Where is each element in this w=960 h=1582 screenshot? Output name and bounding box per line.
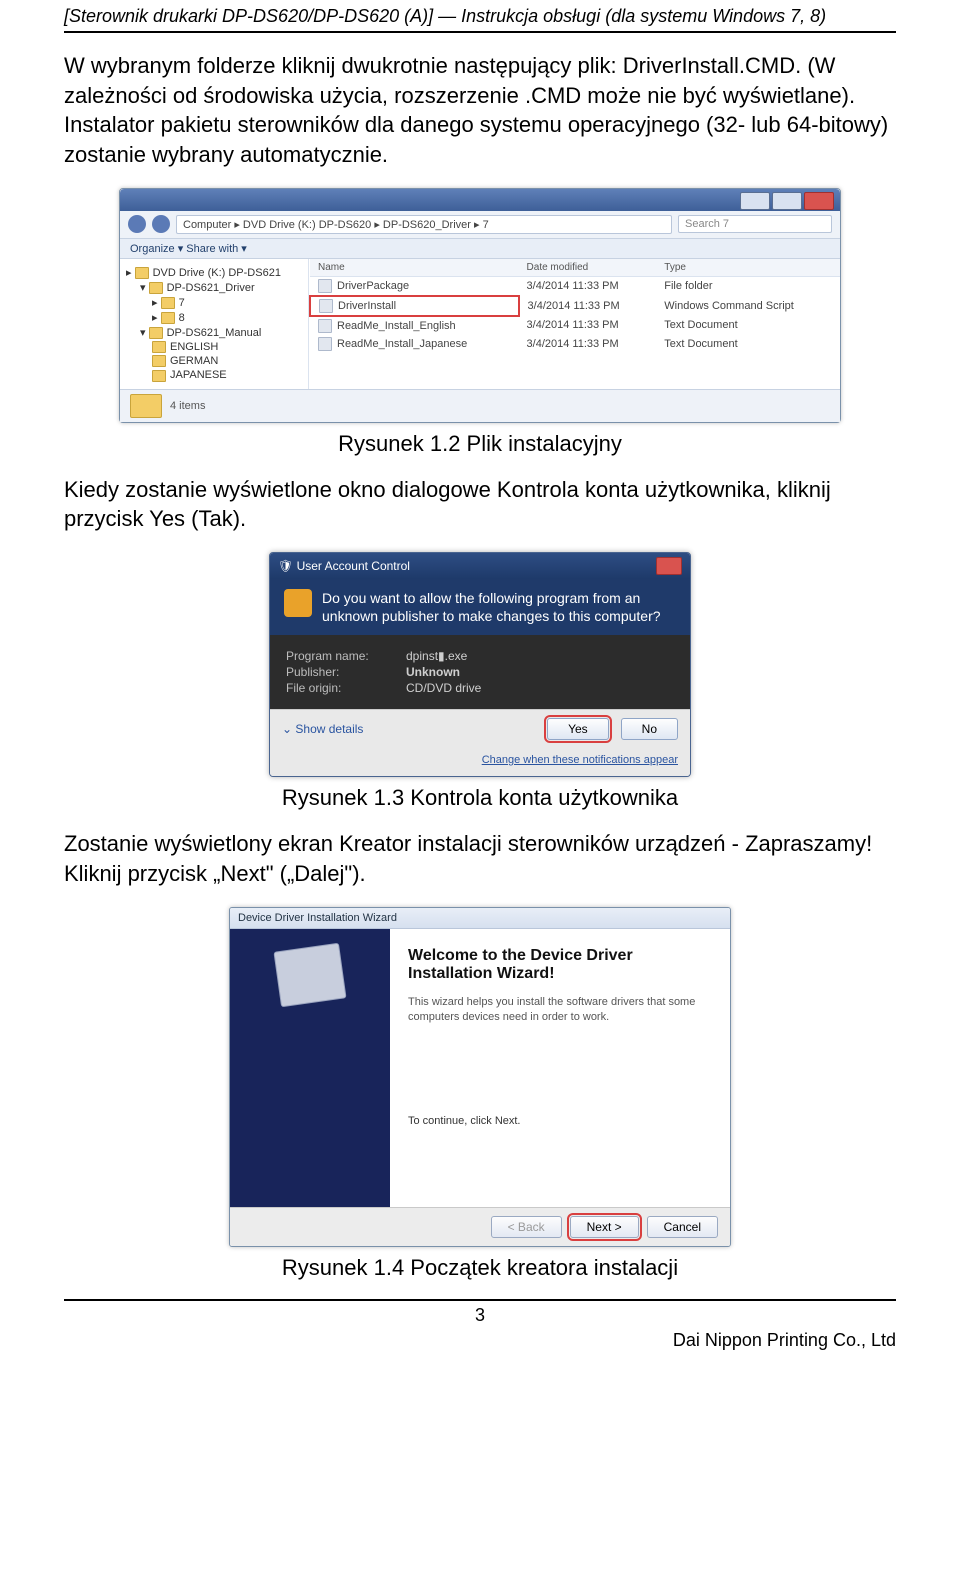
tree-node[interactable]: ▸ DVD Drive (K:) DP-DS621 <box>124 265 304 280</box>
uac-dialog: 🛡 User Account Control Do you want to al… <box>269 552 691 777</box>
page-number: 3 <box>475 1305 485 1326</box>
device-icon <box>273 942 346 1007</box>
uac-question: Do you want to allow the following progr… <box>322 589 676 625</box>
col-type[interactable]: Type <box>656 259 840 277</box>
explorer-toolbar[interactable]: Organize ▾ Share with ▾ <box>120 239 840 259</box>
figure-caption-1: Rysunek 1.2 Plik instalacyjny <box>64 431 896 457</box>
minimize-button[interactable] <box>740 192 770 210</box>
col-name[interactable]: Name <box>310 259 519 277</box>
paragraph-1: W wybranym folderze kliknij dwukrotnie n… <box>64 51 896 170</box>
page-footer: 3 Dai Nippon Printing Co., Ltd <box>64 1299 896 1351</box>
figure-caption-3: Rysunek 1.4 Początek kreatora instalacji <box>64 1255 896 1281</box>
search-input[interactable]: Search 7 <box>678 215 832 233</box>
col-date[interactable]: Date modified <box>519 259 657 277</box>
file-row[interactable]: ReadMe_Install_Japanese 3/4/2014 11:33 P… <box>310 335 840 353</box>
text-file-icon <box>318 337 332 351</box>
explorer-window: Computer ▸ DVD Drive (K:) DP-DS620 ▸ DP-… <box>119 188 841 423</box>
folder-tree[interactable]: ▸ DVD Drive (K:) DP-DS621 ▾ DP-DS621_Dri… <box>120 259 309 389</box>
yes-button[interactable]: Yes <box>547 718 609 740</box>
uac-details: Program name:dpinst▮.exe Publisher:Unkno… <box>270 635 690 709</box>
paragraph-3: Zostanie wyświetlony ekran Kreator insta… <box>64 829 896 888</box>
uac-settings-link[interactable]: Change when these notifications appear <box>482 754 678 766</box>
company-name: Dai Nippon Printing Co., Ltd <box>64 1330 896 1351</box>
tree-node[interactable]: GERMAN <box>124 354 304 368</box>
back-button: < Back <box>491 1216 562 1238</box>
status-bar: 4 items <box>120 389 840 422</box>
show-details-toggle[interactable]: ⌄ Show details <box>282 722 363 736</box>
cmd-file-icon <box>319 299 333 313</box>
maximize-button[interactable] <box>772 192 802 210</box>
file-row[interactable]: DriverPackage 3/4/2014 11:33 PMFile fold… <box>310 276 840 296</box>
close-button[interactable] <box>804 192 834 210</box>
tree-node[interactable]: ▸ 7 <box>124 295 304 310</box>
cancel-button[interactable]: Cancel <box>647 1216 718 1238</box>
paragraph-2: Kiedy zostanie wyświetlone okno dialogow… <box>64 475 896 534</box>
folder-icon <box>318 279 332 293</box>
next-button[interactable]: Next > <box>570 1216 639 1238</box>
wizard-heading: Welcome to the Device Driver Installatio… <box>408 947 712 983</box>
file-row[interactable]: ReadMe_Install_English 3/4/2014 11:33 PM… <box>310 316 840 335</box>
nav-back-icon[interactable] <box>128 215 146 233</box>
tree-node[interactable]: ▾ DP-DS621_Driver <box>124 280 304 295</box>
text-file-icon <box>318 319 332 333</box>
wizard-side-graphic <box>230 929 390 1207</box>
nav-forward-icon[interactable] <box>152 215 170 233</box>
tree-node[interactable]: ▸ 8 <box>124 310 304 325</box>
wizard-window: Device Driver Installation Wizard Welcom… <box>229 907 731 1247</box>
shield-icon <box>284 589 312 617</box>
no-button[interactable]: No <box>621 718 678 740</box>
close-button[interactable] <box>656 557 682 575</box>
wizard-description: This wizard helps you install the softwa… <box>408 995 712 1026</box>
page-header: [Sterownik drukarki DP-DS620/DP-DS620 (A… <box>64 0 896 33</box>
tree-node[interactable]: ▾ DP-DS621_Manual <box>124 325 304 340</box>
wizard-titlebar: Device Driver Installation Wizard <box>230 908 730 929</box>
folder-icon <box>130 394 162 418</box>
uac-title: 🛡 User Account Control <box>278 559 410 573</box>
tree-node[interactable]: JAPANESE <box>124 368 304 382</box>
wizard-continue-hint: To continue, click Next. <box>408 1115 712 1127</box>
tree-node[interactable]: ENGLISH <box>124 340 304 354</box>
file-list: Name Date modified Type DriverPackage 3/… <box>309 259 840 389</box>
address-bar[interactable]: Computer ▸ DVD Drive (K:) DP-DS620 ▸ DP-… <box>176 215 672 234</box>
figure-caption-2: Rysunek 1.3 Kontrola konta użytkownika <box>64 785 896 811</box>
window-titlebar <box>120 189 840 211</box>
header-text: [Sterownik drukarki DP-DS620/DP-DS620 (A… <box>64 6 826 26</box>
file-row-highlighted[interactable]: DriverInstall 3/4/2014 11:33 PMWindows C… <box>310 296 840 316</box>
